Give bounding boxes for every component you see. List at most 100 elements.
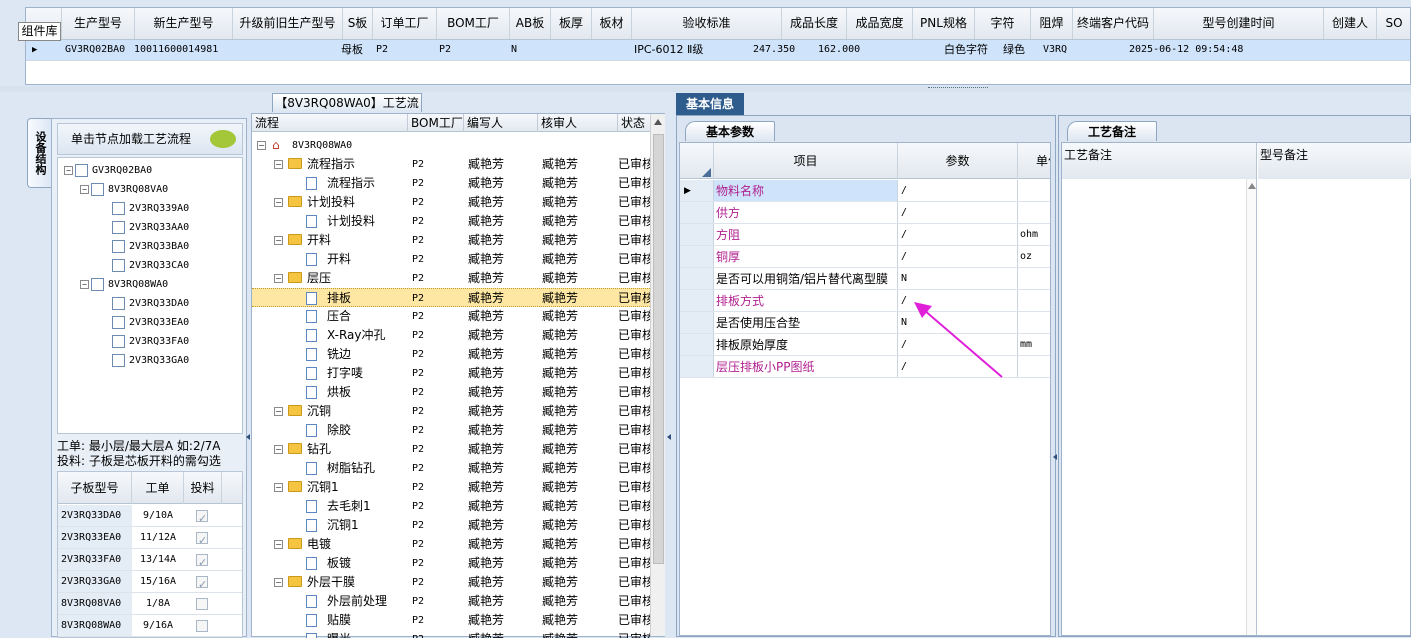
wf-col-bom[interactable]: BOM工厂 [408, 114, 464, 132]
workflow-step[interactable]: − 沉铜 P2 臧艳芳 臧艳芳 已审核 [252, 402, 650, 421]
workflow-scrollbar[interactable] [650, 114, 665, 636]
tab-workflow[interactable]: 【8V3RQ08WA0】工艺流程 [272, 93, 422, 128]
workflow-step[interactable]: 烘板 P2 臧艳芳 臧艳芳 已审核 [252, 383, 650, 402]
tree-node[interactable]: 2V3RQ33FA0 [112, 332, 189, 351]
sub-board-row[interactable]: 2V3RQ33EA0 11/12A [58, 527, 242, 552]
col-customer[interactable]: 终端客户代码 [1073, 8, 1154, 39]
product-row[interactable]: ▶ GV3RQ02BA0 10011600014981 母板 P2 P2 N I… [26, 40, 1410, 60]
workflow-step[interactable]: 压合 P2 臧艳芳 臧艳芳 已审核 [252, 307, 650, 326]
col-width[interactable]: 成品宽度 [847, 8, 913, 39]
collapse-icon[interactable]: − [257, 141, 266, 150]
wf-col-reviewer[interactable]: 核审人 [538, 114, 618, 132]
col-creator[interactable]: 创建人 [1324, 8, 1377, 39]
tree-node[interactable]: 2V3RQ339A0 [112, 199, 189, 218]
workflow-step[interactable]: 除胶 P2 臧艳芳 臧艳芳 已审核 [252, 421, 650, 440]
param-value[interactable]: / [898, 246, 1018, 267]
col-order-factory[interactable]: 订单工厂 [373, 8, 437, 39]
collapse-icon[interactable]: − [274, 445, 283, 454]
remarks-scrollbar[interactable] [1246, 179, 1256, 635]
param-value[interactable]: / [898, 202, 1018, 223]
workflow-step[interactable]: X-Ray冲孔 P2 臧艳芳 臧艳芳 已审核 [252, 326, 650, 345]
collapse-left-icon[interactable] [246, 420, 250, 460]
wf-col-flow[interactable]: 流程 [252, 114, 408, 132]
collapse-basic-icon[interactable] [1052, 440, 1057, 480]
workflow-step[interactable]: 去毛刺1 P2 臧艳芳 臧艳芳 已审核 [252, 497, 650, 516]
workflow-step[interactable]: − 电镀 P2 臧艳芳 臧艳芳 已审核 [252, 535, 650, 554]
collapse-icon[interactable]: − [80, 279, 89, 289]
workflow-step[interactable]: 流程指示 P2 臧艳芳 臧艳芳 已审核 [252, 174, 650, 193]
collapse-icon[interactable]: − [274, 407, 283, 416]
collapse-icon[interactable]: − [274, 540, 283, 549]
device-tree[interactable]: − GV3RQ02BA0−8V3RQ08VA0 2V3RQ339A0 2V3RQ33A… [57, 157, 243, 434]
collapse-workflow-icon[interactable] [666, 420, 671, 460]
col-material[interactable]: 板材 [592, 8, 632, 39]
sub-col-model[interactable]: 子板型号 [58, 472, 132, 504]
tree-node[interactable]: − GV3RQ02BA0 [64, 161, 152, 180]
workflow-step[interactable]: − 层压 P2 臧艳芳 臧艳芳 已审核 [252, 269, 650, 288]
workflow-step[interactable]: − 流程指示 P2 臧艳芳 臧艳芳 已审核 [252, 155, 650, 174]
param-row[interactable]: ▶ 物料名称 / [680, 180, 1050, 202]
col-solder[interactable]: 阻焊 [1031, 8, 1073, 39]
tab-device-structure[interactable]: 设备结构 [27, 118, 51, 188]
sub-col-order[interactable]: 工单 [132, 472, 184, 504]
param-row[interactable]: 是否可以用铜箔/铝片替代离型膜 N [680, 268, 1050, 290]
param-value[interactable]: / [898, 224, 1018, 245]
param-row[interactable]: 方阻 / ohm [680, 224, 1050, 246]
param-value[interactable]: / [898, 180, 1018, 201]
col-old-prod[interactable]: 升级前旧生产型号 [233, 8, 343, 39]
col-standard[interactable]: 验收标准 [632, 8, 782, 39]
workflow-step[interactable]: − 沉铜1 P2 臧艳芳 臧艳芳 已审核 [252, 478, 650, 497]
tree-node[interactable]: 2V3RQ33BA0 [112, 237, 189, 256]
collapse-icon[interactable]: − [274, 198, 283, 207]
tab-process-remarks[interactable]: 工艺备注 [1067, 121, 1157, 141]
tree-node[interactable]: − 8V3RQ08WA0 [80, 275, 168, 294]
col-created[interactable]: 型号创建时间 [1154, 8, 1324, 39]
workflow-step[interactable]: 计划投料 P2 臧艳芳 臧艳芳 已审核 [252, 212, 650, 231]
params-col-unit[interactable]: 单位 [1036, 143, 1050, 179]
sub-board-row[interactable]: 8V3RQ08WA0 9/16A [58, 615, 242, 637]
col-s-board[interactable]: S板 [343, 8, 373, 39]
col-so[interactable]: SO [1377, 8, 1411, 39]
workflow-step[interactable]: 排板 P2 臧艳芳 臧艳芳 已审核 [252, 288, 650, 307]
params-col-param[interactable]: 参数 [898, 143, 1018, 179]
col-thickness[interactable]: 板厚 [551, 8, 592, 39]
col-ab[interactable]: AB板 [510, 8, 551, 39]
col-new-prod[interactable]: 新生产型号 [135, 8, 233, 39]
sub-board-row[interactable]: 2V3RQ33DA0 9/10A [58, 505, 242, 530]
param-row[interactable]: 供方 / [680, 202, 1050, 224]
scroll-up-icon[interactable] [653, 118, 663, 126]
wf-col-writer[interactable]: 编写人 [464, 114, 538, 132]
workflow-step[interactable]: − 外层干膜 P2 臧艳芳 臧艳芳 已审核 [252, 573, 650, 592]
params-col-item[interactable]: 项目 [714, 143, 898, 179]
model-remarks-textarea[interactable] [1258, 179, 1410, 635]
col-length[interactable]: 成品长度 [782, 8, 847, 39]
wf-col-status[interactable]: 状态 [618, 114, 652, 132]
collapse-icon[interactable]: − [64, 165, 73, 175]
collapse-icon[interactable]: − [274, 236, 283, 245]
workflow-step[interactable]: − 计划投料 P2 臧艳芳 臧艳芳 已审核 [252, 193, 650, 212]
workflow-step[interactable]: 树脂钻孔 P2 臧艳芳 臧艳芳 已审核 [252, 459, 650, 478]
horizontal-splitter[interactable] [0, 86, 1411, 92]
col-char[interactable]: 字符 [975, 8, 1031, 39]
sub-board-row[interactable]: 2V3RQ33FA0 13/14A [58, 549, 242, 574]
tree-node[interactable]: 2V3RQ33AA0 [112, 218, 189, 237]
collapse-icon[interactable]: − [80, 184, 89, 194]
col-bom-factory[interactable]: BOM工厂 [437, 8, 510, 39]
tab-basic-params[interactable]: 基本参数 [685, 121, 775, 141]
collapse-icon[interactable]: − [274, 160, 283, 169]
collapse-icon[interactable]: − [274, 483, 283, 492]
tree-node[interactable]: 2V3RQ33CA0 [112, 256, 189, 275]
tree-node[interactable]: 2V3RQ33EA0 [112, 313, 189, 332]
param-row[interactable]: 铜厚 / oz [680, 246, 1050, 268]
workflow-step[interactable]: 铣边 P2 臧艳芳 臧艳芳 已审核 [252, 345, 650, 364]
collapse-icon[interactable]: − [274, 274, 283, 283]
workflow-step[interactable]: − 钻孔 P2 臧艳芳 臧艳芳 已审核 [252, 440, 650, 459]
workflow-step[interactable]: 开料 P2 臧艳芳 臧艳芳 已审核 [252, 250, 650, 269]
process-remarks-textarea[interactable] [1062, 179, 1257, 635]
tree-node[interactable]: 2V3RQ33GA0 [112, 351, 189, 370]
workflow-step[interactable]: 沉铜1 P2 臧艳芳 臧艳芳 已审核 [252, 516, 650, 535]
col-pnl[interactable]: PNL规格 [913, 8, 975, 39]
param-value[interactable]: N [898, 268, 1018, 289]
workflow-step[interactable]: 外层前处理 P2 臧艳芳 臧艳芳 已审核 [252, 592, 650, 611]
tab-basic-info[interactable]: 基本信息 [676, 93, 744, 115]
